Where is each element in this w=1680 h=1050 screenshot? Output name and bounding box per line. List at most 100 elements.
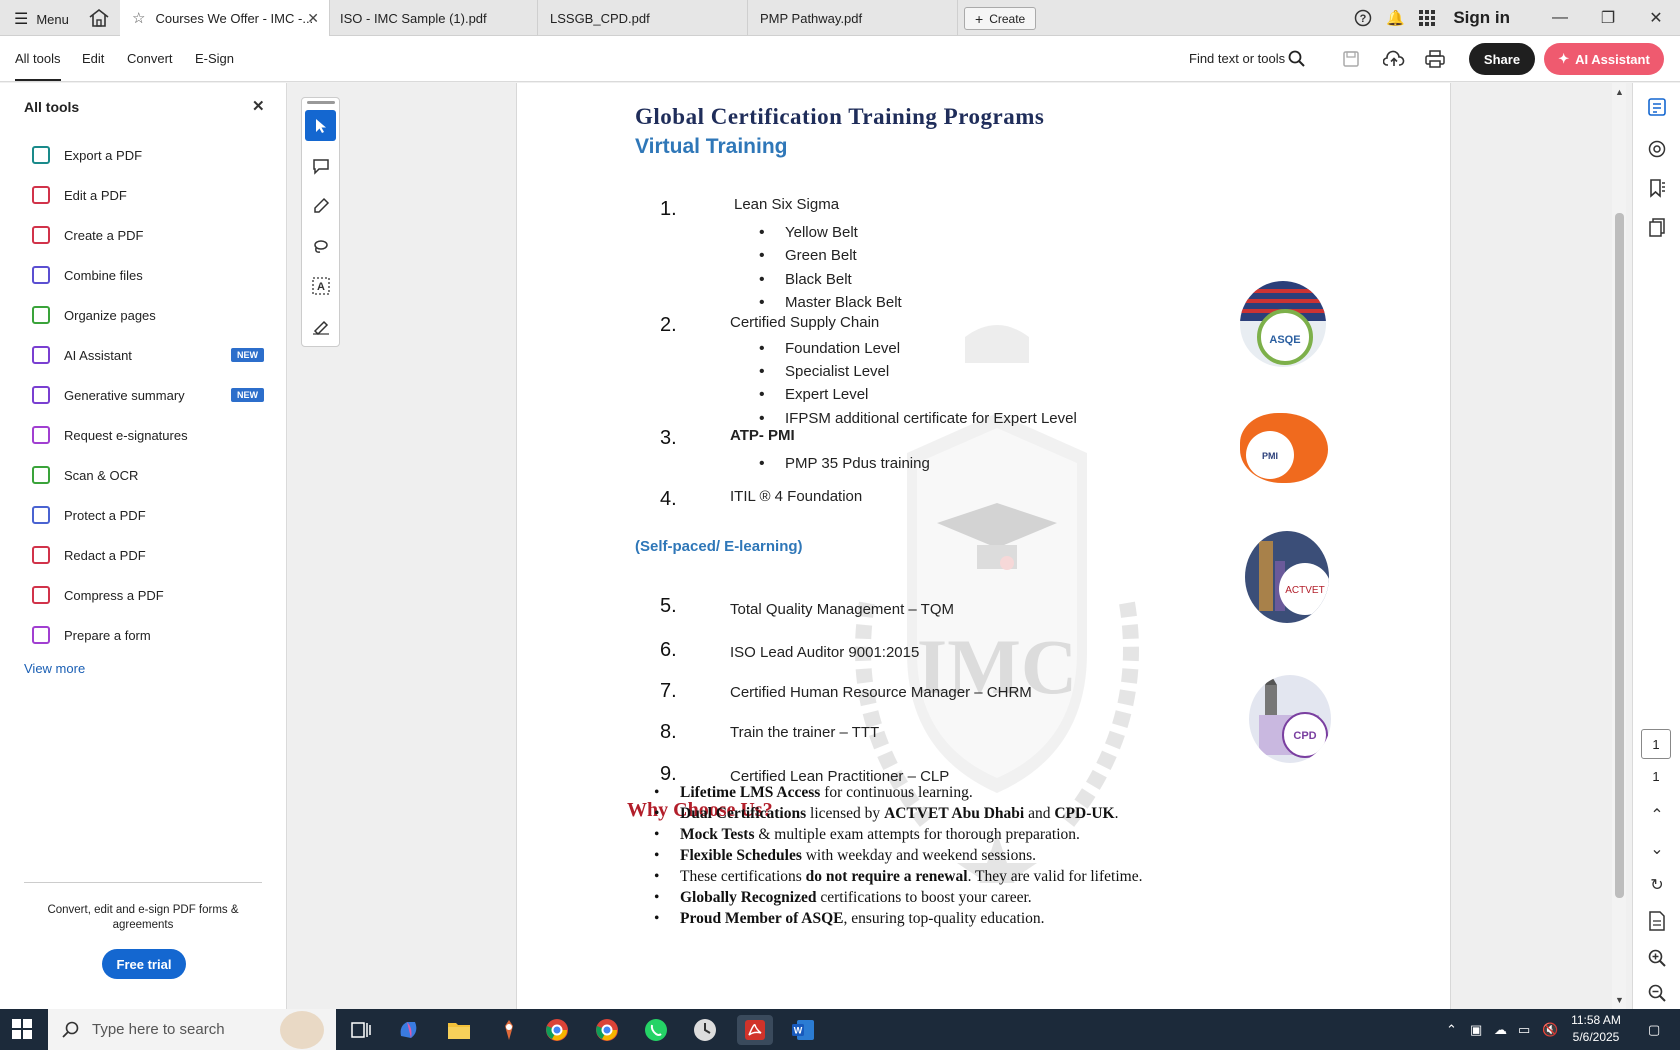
tool-item[interactable]: Generative summary NEW [32,381,272,409]
document-viewport[interactable]: IMC Global Certification Training Progra… [288,83,1618,1009]
page-up-icon[interactable]: ⌃ [1645,803,1669,827]
taskbar-search[interactable]: Type here to search [48,1009,336,1050]
minimize-icon[interactable]: — [1536,0,1584,36]
tab-pmp-pathway[interactable]: PMP Pathway.pdf [748,0,958,36]
tool-item[interactable]: Scan & OCR [32,461,272,489]
ai-chat-icon[interactable] [1645,137,1669,161]
acrobat-icon[interactable] [737,1015,773,1045]
tool-label: Edit a PDF [64,187,127,203]
tool-item[interactable]: Create a PDF [32,221,272,249]
tab-lssgb[interactable]: LSSGB_CPD.pdf [538,0,748,36]
zoom-out-icon[interactable] [1645,981,1669,1005]
create-button[interactable]: + Create [964,7,1037,30]
drag-handle[interactable] [307,101,335,104]
scrollbar-thumb[interactable] [1615,213,1624,898]
select-tool-icon[interactable] [305,110,336,141]
draw-tool-icon[interactable] [305,230,336,261]
page-down-icon[interactable]: ⌄ [1645,837,1669,861]
fit-page-icon[interactable] [1645,909,1669,933]
sign-tool-icon[interactable] [305,310,336,341]
view-more-link[interactable]: View more [24,661,85,676]
pin-app-icon[interactable] [494,1015,524,1045]
share-button[interactable]: Share [1469,43,1535,75]
page-number-input[interactable]: 1 [1641,729,1671,759]
onedrive-icon[interactable]: ☁ [1494,1009,1507,1050]
restore-icon[interactable]: ❐ [1584,0,1632,36]
sign-in-link[interactable]: Sign in [1443,8,1536,28]
zoom-in-icon[interactable] [1645,946,1669,970]
scroll-up-arrow-icon[interactable]: ▲ [1615,87,1624,97]
tool-item[interactable]: Edit a PDF [32,181,272,209]
tool-item[interactable]: AI Assistant NEW [32,341,272,369]
home-button[interactable] [88,8,110,28]
actvet-logo: ACTVET [1245,531,1329,623]
tool-item[interactable]: Compress a PDF [32,581,272,609]
tool-item[interactable]: Redact a PDF [32,541,272,569]
tool-item[interactable]: Request e-signatures [32,421,272,449]
menu-all-tools[interactable]: All tools [15,51,61,81]
whatsapp-icon[interactable] [641,1015,671,1045]
close-window-icon[interactable]: ✕ [1632,0,1680,36]
program-number: 2. [660,314,677,336]
close-panel-icon[interactable]: ✕ [252,97,265,115]
rotate-refresh-icon[interactable]: ↻ [1645,873,1669,897]
menu-convert[interactable]: Convert [127,51,173,66]
scroll-down-arrow-icon[interactable]: ▼ [1615,995,1624,1005]
save-icon[interactable] [1340,48,1362,70]
tray-chevron-icon[interactable]: ⌃ [1446,1009,1457,1050]
text-recognition-icon[interactable]: A [305,270,336,301]
print-icon[interactable] [1424,48,1446,70]
chrome-icon[interactable] [542,1015,572,1045]
vertical-scrollbar[interactable]: ▲ ▼ [1612,83,1626,1009]
upload-cloud-icon[interactable] [1383,48,1405,70]
comment-tool-icon[interactable] [305,150,336,181]
menu-button[interactable]: ☰ Menu [14,9,69,29]
tool-label: Scan & OCR [64,467,139,483]
clock-time: 11:58 AM [1571,1013,1621,1027]
close-icon[interactable]: ✕ [307,10,319,27]
bell-icon[interactable]: 🔔 [1379,0,1411,36]
find-text-tools[interactable]: Find text or tools [1189,51,1285,66]
help-icon[interactable]: ? [1347,0,1379,36]
program-name: Train the trainer – TTT [730,724,880,741]
why-item-text: . [1114,805,1119,822]
why-item-bold: Flexible Schedules [680,847,802,864]
page-thumbnails-icon[interactable] [1645,215,1669,239]
bookmark-icon[interactable] [1645,176,1669,200]
tool-item[interactable]: Organize pages [32,301,272,329]
copilot-icon[interactable] [394,1015,424,1045]
menu-esign[interactable]: E-Sign [195,51,234,66]
star-icon[interactable]: ☆ [132,9,145,27]
tool-label: Export a PDF [64,147,143,163]
network-icon[interactable]: ▭ [1518,1009,1530,1050]
word-icon[interactable]: W [788,1015,818,1045]
clock-app-icon[interactable] [690,1015,720,1045]
tool-item[interactable]: Combine files [32,261,272,289]
windows-start-icon[interactable] [12,1019,32,1039]
new-badge: NEW [231,348,264,362]
why-item-bold: Mock Tests [680,826,755,843]
notifications-icon[interactable]: ▢ [1648,1009,1660,1050]
tool-item[interactable]: Protect a PDF [32,501,272,529]
file-explorer-icon[interactable] [444,1015,474,1045]
highlight-tool-icon[interactable] [305,190,336,221]
ai-assistant-button[interactable]: ✦ AI Assistant [1544,43,1664,75]
task-view-icon[interactable] [346,1015,376,1045]
apps-grid-icon[interactable] [1411,0,1443,36]
tool-item[interactable]: Export a PDF [32,141,272,169]
free-trial-button[interactable]: Free trial [102,949,186,979]
menu-edit[interactable]: Edit [82,51,104,66]
tool-item[interactable]: Prepare a form [32,621,272,649]
tab-courses[interactable]: ☆ Courses We Offer - IMC -... ✕ [120,0,330,36]
comments-panel-icon[interactable] [1645,95,1669,119]
tool-icon [32,306,50,324]
tab-iso-sample[interactable]: ISO - IMC Sample (1).pdf [330,0,538,36]
volume-muted-icon[interactable]: 🔇 [1542,1009,1558,1050]
taskbar-clock[interactable]: 11:58 AM 5/6/2025 [1560,1012,1632,1046]
chrome-profile-icon[interactable] [592,1015,622,1045]
meet-now-icon[interactable]: ▣ [1470,1009,1482,1050]
search-icon[interactable] [1286,48,1308,70]
program-subitem: Yellow Belt [759,224,858,242]
tab-label: PMP Pathway.pdf [760,10,863,26]
why-item-text: licensed by [806,805,885,822]
